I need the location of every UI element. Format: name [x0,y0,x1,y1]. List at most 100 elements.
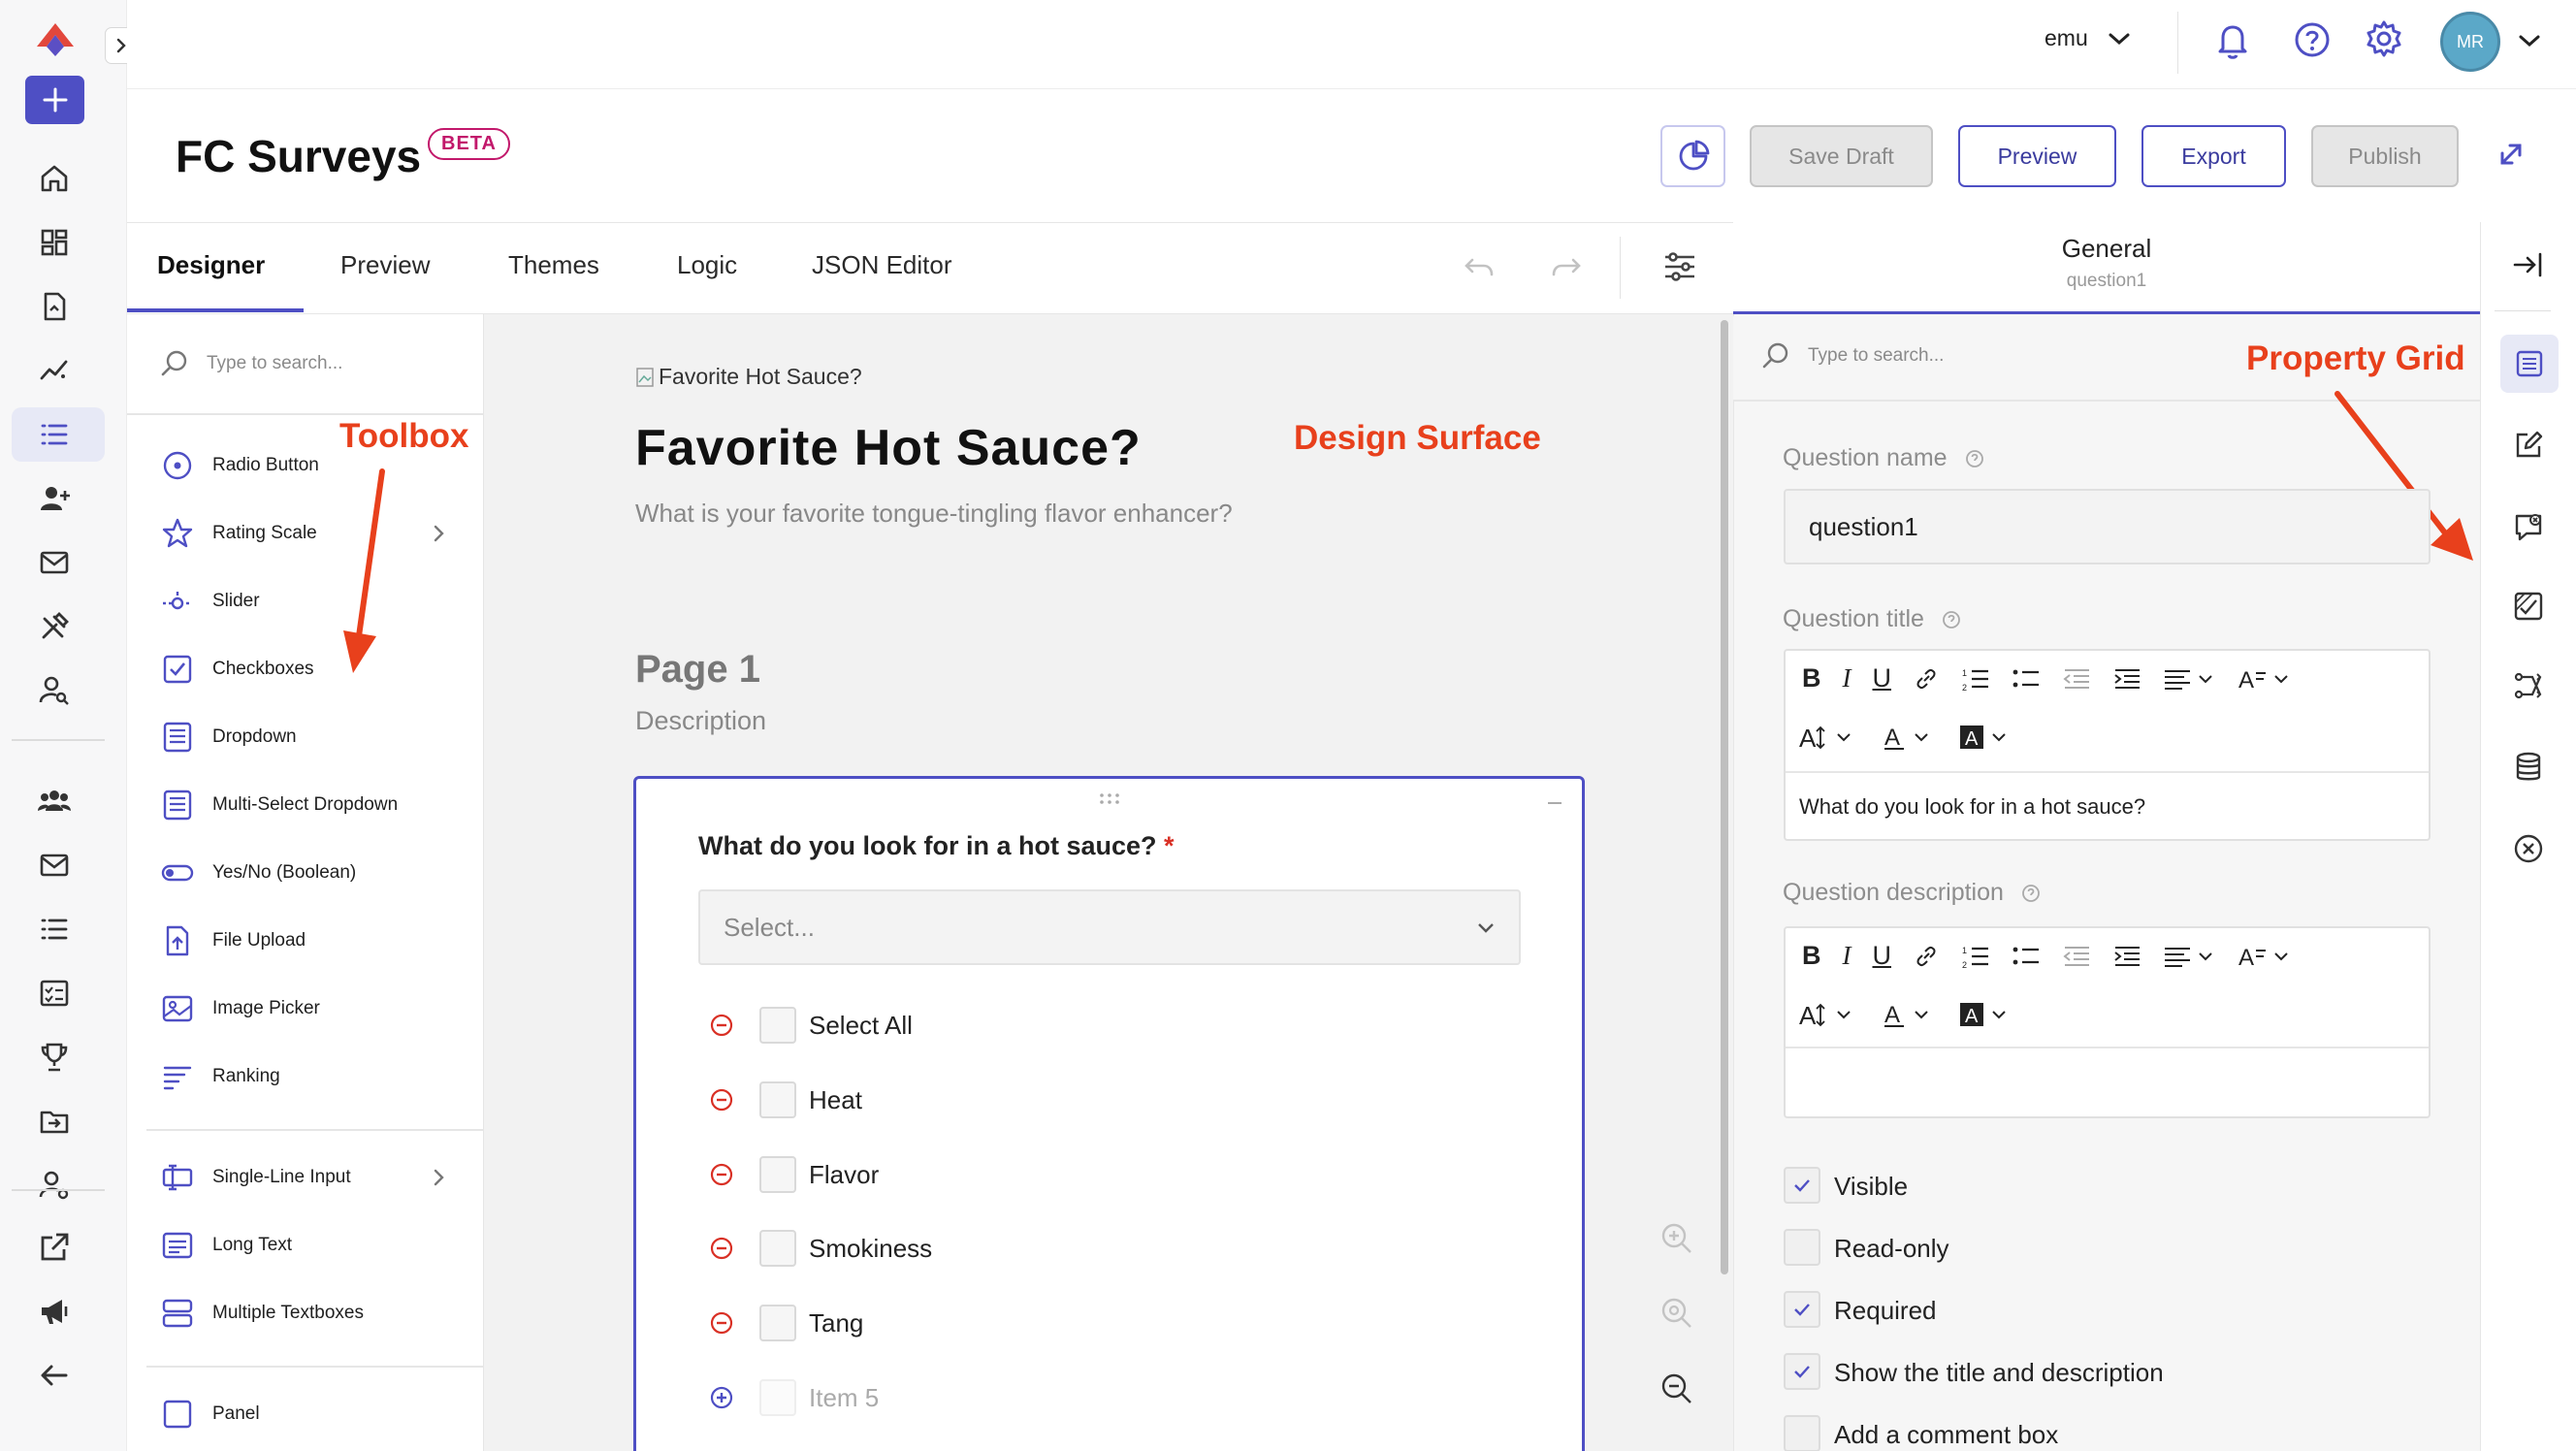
add-choice-icon[interactable] [709,1385,734,1410]
align-dropdown-icon[interactable] [2163,665,2217,693]
settings-gear-icon[interactable] [2364,18,2404,59]
question-title[interactable]: What do you look for in a hot sauce? * [698,831,1175,861]
workspace-selector[interactable]: emu [2045,25,2131,51]
help-circle-icon[interactable] [2020,883,2042,904]
outdent-icon[interactable] [2062,665,2091,693]
text-style-dropdown-icon[interactable]: A [2238,943,2293,970]
page-title-label[interactable]: Page 1 [635,648,760,692]
read-only-checkbox[interactable] [1784,1229,1820,1266]
user-avatar[interactable]: MR [2440,12,2500,72]
toolbox-item-file-upload[interactable]: File Upload [160,921,306,960]
show-title-checkbox[interactable] [1784,1353,1820,1390]
toolbox-item-radio-button[interactable]: Radio Button [160,446,319,485]
toolbox-item-panel[interactable]: Panel [160,1395,260,1434]
analytics-icon[interactable] [33,349,76,392]
choice-smokiness[interactable]: Smokiness [809,1234,932,1264]
publish-button[interactable]: Publish [2311,125,2459,187]
trophy-icon[interactable] [33,1036,76,1079]
ordered-list-icon[interactable]: 12 [1961,665,1990,693]
list-icon[interactable] [33,908,76,951]
choice-checkbox[interactable] [759,1379,796,1416]
toolbox-item-slider[interactable]: Slider [160,582,260,621]
external-link-icon[interactable] [33,1226,76,1269]
highlight-color-dropdown-icon[interactable]: A [1960,1001,2016,1028]
property-search-input[interactable]: Type to search... [1808,345,1944,367]
tools-icon[interactable] [33,605,76,648]
help-icon[interactable] [2292,19,2333,60]
team-icon[interactable] [33,780,76,822]
property-grid-header[interactable]: General question1 [1733,222,2480,314]
toolbox-item-rating-scale[interactable]: Rating Scale [160,514,317,553]
font-size-dropdown-icon[interactable]: A [1799,724,1861,751]
choice-checkbox[interactable] [759,1081,796,1118]
bullet-list-icon[interactable] [2012,943,2041,970]
tab-themes[interactable]: Themes [508,250,599,280]
analytics-button[interactable] [1660,125,1725,187]
choice-heat[interactable]: Heat [809,1085,862,1115]
zoom-reset-icon[interactable] [1658,1295,1695,1332]
choice-flavor[interactable]: Flavor [809,1160,879,1190]
help-circle-icon[interactable] [1964,448,1985,469]
add-user-icon[interactable] [33,477,76,520]
toolbox-item-checkboxes[interactable]: Checkboxes [160,650,314,689]
dashboard-icon[interactable] [33,221,76,264]
chevron-right-icon[interactable] [429,1166,448,1189]
remove-choice-icon[interactable] [709,1236,734,1261]
redo-icon[interactable] [1548,250,1585,287]
general-properties-icon[interactable] [2500,335,2559,393]
remove-choice-icon[interactable] [709,1310,734,1336]
logic-flow-icon[interactable] [2504,661,2553,710]
text-style-dropdown-icon[interactable]: A [2238,665,2293,693]
choice-select-all[interactable]: Select All [809,1011,913,1041]
dropdown-select[interactable]: Select... [698,889,1521,965]
italic-icon[interactable]: I [1843,663,1852,693]
choice-checkbox[interactable] [759,1156,796,1193]
conditions-icon[interactable] [2504,582,2553,630]
tab-designer[interactable]: Designer [157,250,265,280]
toolbox-item-boolean[interactable]: Yes/No (Boolean) [160,854,356,892]
preview-button[interactable]: Preview [1958,125,2116,187]
read-only-label[interactable]: Read-only [1834,1234,1949,1264]
visible-label[interactable]: Visible [1834,1172,1908,1202]
required-label[interactable]: Required [1834,1296,1937,1326]
chevron-right-icon[interactable] [429,522,448,545]
property-search[interactable]: Type to search... [1759,339,1944,372]
zoom-out-icon[interactable] [1658,1370,1695,1407]
undo-icon[interactable] [1461,250,1497,287]
app-logo[interactable] [35,21,76,58]
link-icon[interactable] [1913,665,1940,693]
choice-tang[interactable]: Tang [809,1308,863,1338]
tab-preview[interactable]: Preview [340,250,430,280]
home-icon[interactable] [33,157,76,200]
survey-title[interactable]: Favorite Hot Sauce? [635,419,1142,477]
inbox-icon[interactable] [33,844,76,887]
align-dropdown-icon[interactable] [2163,943,2217,970]
toolbox-item-dropdown[interactable]: Dropdown [160,718,297,757]
megaphone-icon[interactable] [33,1290,76,1333]
help-circle-icon[interactable] [1941,609,1962,630]
drag-handle-icon[interactable] [1098,792,1121,806]
user-search-icon[interactable] [33,669,76,712]
bold-icon[interactable]: B [1802,663,1821,693]
italic-icon[interactable]: I [1843,941,1852,971]
bold-icon[interactable]: B [1802,941,1821,971]
toolbox-item-image-picker[interactable]: Image Picker [160,989,320,1028]
comment-box-checkbox[interactable] [1784,1415,1820,1451]
visible-checkbox[interactable] [1784,1167,1820,1204]
choice-checkbox[interactable] [759,1007,796,1044]
validation-close-icon[interactable] [2504,824,2553,873]
bullet-list-icon[interactable] [2012,665,2041,693]
question-title-editor-text[interactable]: What do you look for in a hot sauce? [1799,794,2145,820]
choices-properties-icon[interactable] [2504,502,2553,551]
surface-scrollbar[interactable] [1721,320,1728,1274]
notifications-icon[interactable] [2213,19,2252,62]
font-color-dropdown-icon[interactable]: A [1883,1001,1939,1028]
fullscreen-icon[interactable] [2495,138,2528,171]
remove-choice-icon[interactable] [709,1162,734,1187]
user-settings-icon[interactable] [33,1164,76,1207]
comment-box-label[interactable]: Add a comment box [1834,1420,2058,1450]
account-menu-chevron-icon[interactable] [2518,33,2541,48]
toolbox-search-input[interactable]: Type to search... [207,353,342,374]
toolbox-item-multi-select-dropdown[interactable]: Multi-Select Dropdown [160,786,398,824]
document-icon[interactable] [33,285,76,328]
